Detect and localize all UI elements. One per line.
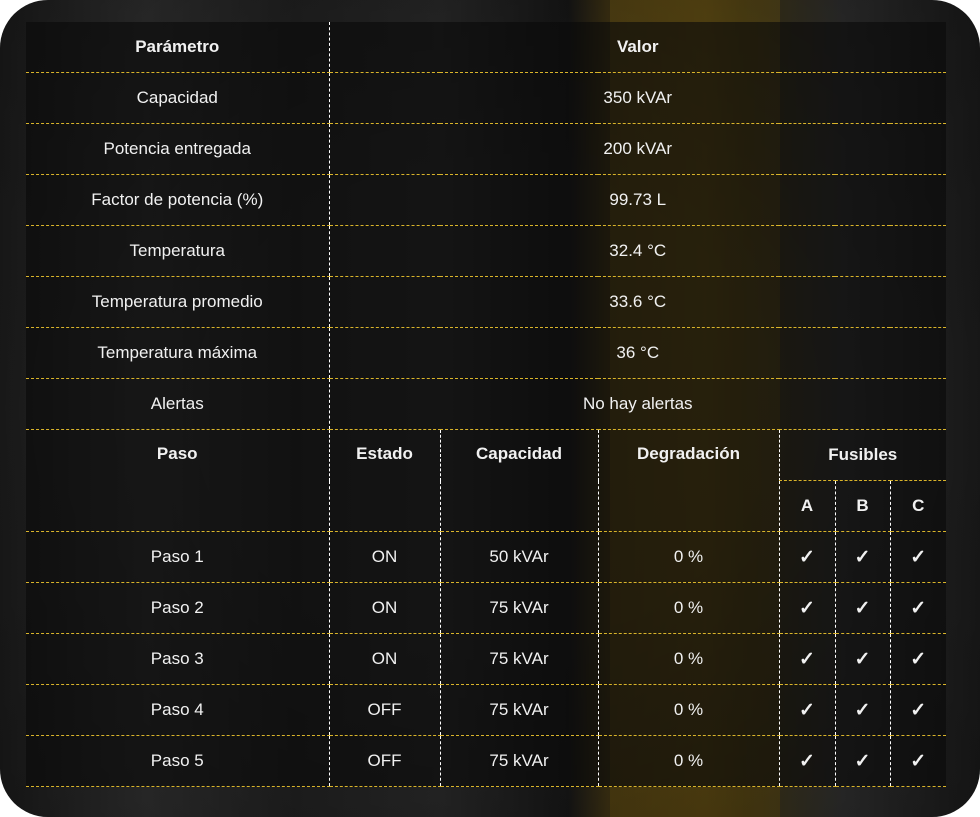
- fuse-a-check-icon: ✓: [778, 582, 835, 634]
- summary-header-row: Parámetro Valor: [26, 22, 946, 73]
- capacidad-header: Capacidad: [439, 429, 598, 532]
- summary-row: Alertas No hay alertas: [26, 378, 946, 430]
- step-status: ON: [328, 582, 440, 634]
- value-header: Valor: [328, 22, 946, 73]
- step-capacity: 75 kVAr: [439, 735, 598, 787]
- step-name: Paso 4: [26, 684, 329, 736]
- summary-label: Temperatura: [26, 225, 329, 277]
- summary-row: Temperatura promedio 33.6 °C: [26, 276, 946, 328]
- step-capacity: 75 kVAr: [439, 633, 598, 685]
- paso-header: Paso: [26, 429, 329, 532]
- step-row: Paso 2 ON 75 kVAr 0 % ✓ ✓ ✓: [26, 582, 946, 634]
- fuse-c-check-icon: ✓: [889, 582, 946, 634]
- fuse-a-check-icon: ✓: [778, 735, 835, 787]
- summary-value: 32.4 °C: [328, 225, 946, 277]
- fuse-a-header: A: [778, 480, 835, 532]
- step-row: Paso 3 ON 75 kVAr 0 % ✓ ✓ ✓: [26, 633, 946, 685]
- fuse-a-check-icon: ✓: [778, 684, 835, 736]
- summary-label: Temperatura máxima: [26, 327, 329, 379]
- step-row: Paso 1 ON 50 kVAr 0 % ✓ ✓ ✓: [26, 531, 946, 583]
- step-status: ON: [328, 633, 440, 685]
- step-row: Paso 5 OFF 75 kVAr 0 % ✓ ✓ ✓: [26, 735, 946, 787]
- summary-value: 36 °C: [328, 327, 946, 379]
- fuse-b-check-icon: ✓: [834, 531, 890, 583]
- step-capacity: 75 kVAr: [439, 684, 598, 736]
- summary-value: No hay alertas: [328, 378, 946, 430]
- step-degradation: 0 %: [597, 684, 779, 736]
- fuse-c-check-icon: ✓: [889, 633, 946, 685]
- summary-label: Alertas: [26, 378, 329, 430]
- summary-row: Temperatura máxima 36 °C: [26, 327, 946, 379]
- summary-value: 99.73 L: [328, 174, 946, 226]
- degradacion-header: Degradación: [597, 429, 779, 532]
- summary-label: Factor de potencia (%): [26, 174, 329, 226]
- step-degradation: 0 %: [597, 582, 779, 634]
- summary-row: Temperatura 32.4 °C: [26, 225, 946, 277]
- fuse-a-check-icon: ✓: [778, 633, 835, 685]
- step-degradation: 0 %: [597, 633, 779, 685]
- summary-row: Potencia entregada 200 kVAr: [26, 123, 946, 175]
- summary-label: Potencia entregada: [26, 123, 329, 175]
- steps-header-row: Paso Estado Capacidad Degradación Fusibl…: [26, 429, 946, 532]
- summary-value: 350 kVAr: [328, 72, 946, 124]
- fuse-b-check-icon: ✓: [834, 735, 890, 787]
- step-name: Paso 5: [26, 735, 329, 787]
- fuse-c-check-icon: ✓: [889, 735, 946, 787]
- step-row: Paso 4 OFF 75 kVAr 0 % ✓ ✓ ✓: [26, 684, 946, 736]
- summary-label: Capacidad: [26, 72, 329, 124]
- summary-row: Factor de potencia (%) 99.73 L: [26, 174, 946, 226]
- step-degradation: 0 %: [597, 735, 779, 787]
- equipment-table: Parámetro Valor Capacidad 350 kVAr Poten…: [26, 22, 946, 787]
- step-capacity: 50 kVAr: [439, 531, 598, 583]
- step-name: Paso 2: [26, 582, 329, 634]
- summary-value: 200 kVAr: [328, 123, 946, 175]
- fuse-c-header: C: [889, 480, 946, 532]
- fuse-a-check-icon: ✓: [778, 531, 835, 583]
- step-capacity: 75 kVAr: [439, 582, 598, 634]
- step-status: OFF: [328, 684, 440, 736]
- step-status: OFF: [328, 735, 440, 787]
- step-name: Paso 1: [26, 531, 329, 583]
- summary-value: 33.6 °C: [328, 276, 946, 328]
- estado-header: Estado: [328, 429, 440, 532]
- fuse-b-check-icon: ✓: [834, 633, 890, 685]
- step-status: ON: [328, 531, 440, 583]
- fuse-b-header: B: [834, 480, 890, 532]
- step-name: Paso 3: [26, 633, 329, 685]
- step-degradation: 0 %: [597, 531, 779, 583]
- fuse-b-check-icon: ✓: [834, 582, 890, 634]
- fusibles-header: Fusibles: [778, 429, 946, 481]
- summary-row: Capacidad 350 kVAr: [26, 72, 946, 124]
- summary-label: Temperatura promedio: [26, 276, 329, 328]
- fuse-b-check-icon: ✓: [834, 684, 890, 736]
- fuse-c-check-icon: ✓: [889, 531, 946, 583]
- fuse-c-check-icon: ✓: [889, 684, 946, 736]
- param-header: Parámetro: [26, 22, 329, 73]
